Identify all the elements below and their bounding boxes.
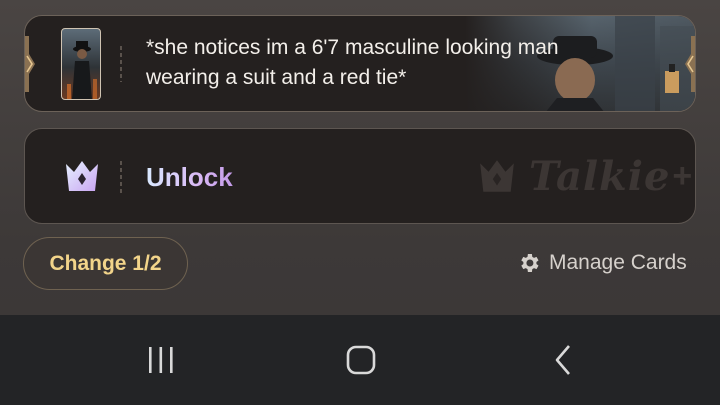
brand-watermark: Talkie + bbox=[477, 151, 692, 201]
change-button[interactable]: Change 1/2 bbox=[23, 237, 188, 290]
back-button[interactable] bbox=[546, 343, 580, 377]
card-divider bbox=[120, 161, 122, 193]
watermark-plus-text: + bbox=[672, 156, 693, 195]
watermark-crown-icon bbox=[480, 160, 514, 192]
gear-icon bbox=[521, 254, 539, 272]
unlock-card[interactable]: Unlock Talkie + bbox=[24, 128, 696, 224]
change-button-label: Change 1/2 bbox=[49, 251, 162, 275]
manage-cards-button[interactable]: Manage Cards bbox=[517, 248, 687, 278]
manage-cards-label: Manage Cards bbox=[549, 251, 687, 274]
reply-suggestion-text: *she notices im a 6'7 masculine looking … bbox=[146, 36, 559, 89]
left-tab-ornament-icon bbox=[25, 36, 35, 92]
recent-apps-icon bbox=[149, 347, 173, 373]
recent-apps-button[interactable] bbox=[142, 343, 180, 377]
crown-icon bbox=[66, 161, 98, 191]
system-nav-bar bbox=[0, 315, 720, 405]
card-divider bbox=[120, 46, 122, 82]
back-icon bbox=[555, 345, 570, 375]
character-thumbnail bbox=[61, 28, 101, 100]
right-tab-ornament-icon bbox=[685, 36, 695, 92]
unlock-label: Unlock bbox=[146, 162, 233, 192]
home-button[interactable] bbox=[342, 343, 380, 377]
home-icon bbox=[346, 345, 376, 375]
watermark-brand-text: Talkie bbox=[529, 152, 671, 200]
reply-suggestion-card[interactable]: *she notices im a 6'7 masculine looking … bbox=[24, 15, 696, 112]
